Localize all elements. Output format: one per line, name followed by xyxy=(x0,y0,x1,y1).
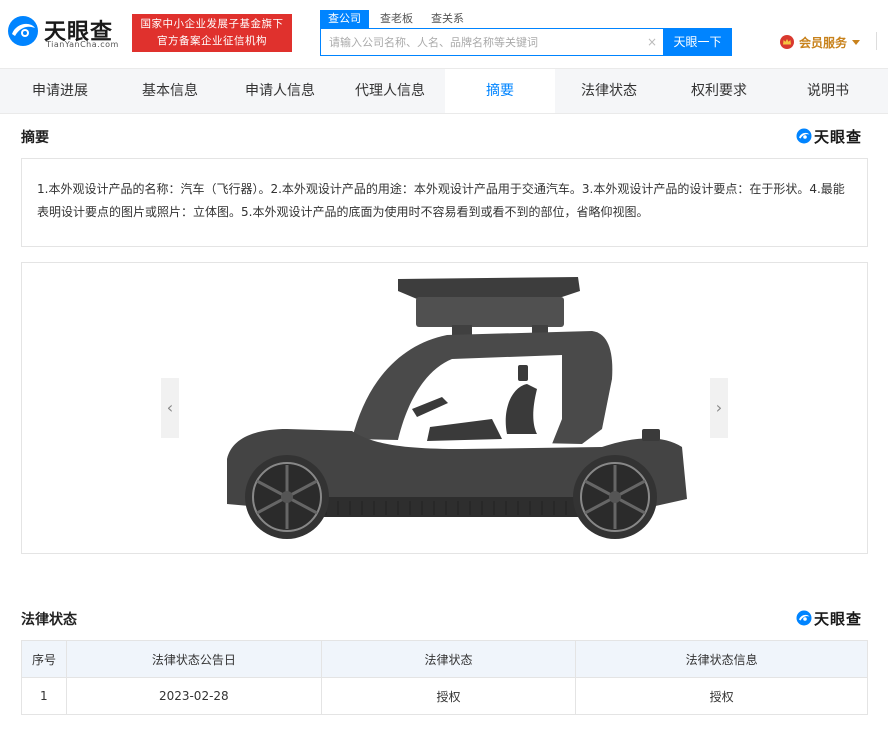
cell-date: 2023-02-28 xyxy=(65,677,322,715)
search-button[interactable]: 天眼一下 xyxy=(663,28,732,56)
cell-index: 1 xyxy=(21,677,67,715)
crown-icon xyxy=(780,35,794,49)
column-header-status-info: 法律状态信息 xyxy=(575,640,868,678)
brand-text: 天眼查 xyxy=(814,609,863,628)
official-slogan-badge: 国家中小企业发展子基金旗下 官方备案企业征信机构 xyxy=(132,14,292,52)
brand-text: 天眼查 xyxy=(814,127,863,146)
tab-application-progress[interactable]: 申请进展 xyxy=(0,69,120,113)
tab-applicant-info[interactable]: 申请人信息 xyxy=(220,69,340,113)
tab-legal-status[interactable]: 法律状态 xyxy=(554,69,664,113)
tab-description[interactable]: 说明书 xyxy=(773,69,883,113)
tab-abstract[interactable]: 摘要 xyxy=(445,69,555,113)
search-tab-boss[interactable]: 查老板 xyxy=(380,10,413,28)
chevron-left-icon[interactable]: ‹ xyxy=(161,378,179,438)
tab-basic-info[interactable]: 基本信息 xyxy=(110,69,230,113)
chevron-right-icon[interactable]: › xyxy=(710,378,728,438)
legal-status-table: 序号 法律状态公告日 法律状态 法律状态信息 1 2023-02-28 授权 授… xyxy=(21,640,868,715)
design-image-viewer: ‹ › xyxy=(21,262,868,554)
abstract-content-box: 1.本外观设计产品的名称：汽车（飞行器）。2.本外观设计产品的用途：本外观设计产… xyxy=(21,158,868,247)
cell-status-info: 授权 xyxy=(575,677,868,715)
vip-service-menu[interactable]: 会员服务 xyxy=(780,33,861,51)
tab-claims[interactable]: 权利要求 xyxy=(664,69,774,113)
table-row: 1 2023-02-28 授权 授权 xyxy=(21,677,868,715)
flying-car-image xyxy=(227,277,687,539)
clear-icon[interactable]: × xyxy=(646,36,658,48)
tab-agent-info[interactable]: 代理人信息 xyxy=(330,69,450,113)
search-input[interactable] xyxy=(321,29,641,55)
slogan-line-2: 官方备案企业征信机构 xyxy=(157,35,267,47)
tianyancha-logo-icon xyxy=(796,128,812,144)
abstract-title: 摘要 xyxy=(21,130,49,146)
search-tab-relation[interactable]: 查关系 xyxy=(431,10,464,28)
patent-section-tabs: 申请进展 基本信息 申请人信息 代理人信息 摘要 法律状态 权利要求 说明书 xyxy=(0,68,888,114)
abstract-brand-mark: 天眼查 xyxy=(796,126,862,146)
search-tab-company[interactable]: 查公司 xyxy=(320,10,369,28)
top-header: 天眼查 TianYanCha.com 国家中小企业发展子基金旗下 官方备案企业征… xyxy=(0,0,888,68)
cell-status: 授权 xyxy=(320,677,577,715)
caret-down-icon xyxy=(852,39,861,45)
search-box: × xyxy=(320,28,663,56)
tianyancha-logo-icon xyxy=(8,16,38,46)
legal-status-title: 法律状态 xyxy=(21,612,77,628)
legal-brand-mark: 天眼查 xyxy=(796,608,862,628)
table-header-row: 序号 法律状态公告日 法律状态 法律状态信息 xyxy=(21,640,868,678)
column-header-status: 法律状态 xyxy=(320,640,577,678)
site-logo[interactable]: 天眼查 TianYanCha.com xyxy=(6,10,128,52)
logo-pinyin: TianYanCha.com xyxy=(46,40,119,49)
column-header-date: 法律状态公告日 xyxy=(65,640,322,678)
abstract-text: 1.本外观设计产品的名称：汽车（飞行器）。2.本外观设计产品的用途：本外观设计产… xyxy=(37,182,845,219)
tianyancha-logo-icon xyxy=(796,610,812,626)
vip-service-label: 会员服务 xyxy=(799,35,848,50)
column-header-index: 序号 xyxy=(21,640,67,678)
slogan-line-1: 国家中小企业发展子基金旗下 xyxy=(140,18,284,30)
header-divider xyxy=(876,32,877,50)
